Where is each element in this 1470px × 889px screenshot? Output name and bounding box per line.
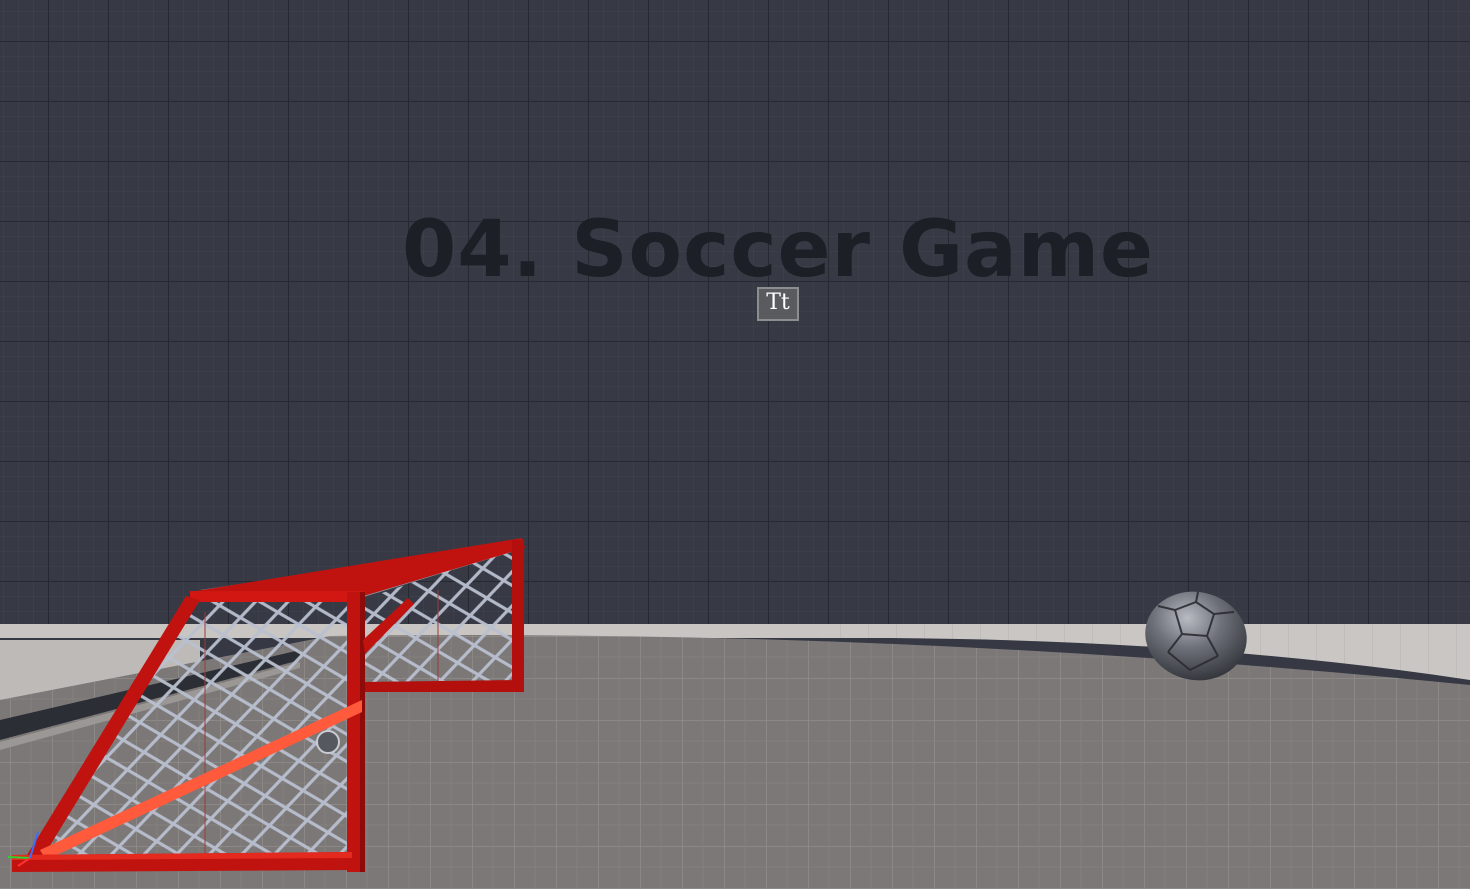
game-viewport[interactable]: 04. Soccer Game Tt xyxy=(0,0,1470,889)
small-ball[interactable] xyxy=(316,730,340,754)
scene-3d-view xyxy=(0,538,1470,889)
